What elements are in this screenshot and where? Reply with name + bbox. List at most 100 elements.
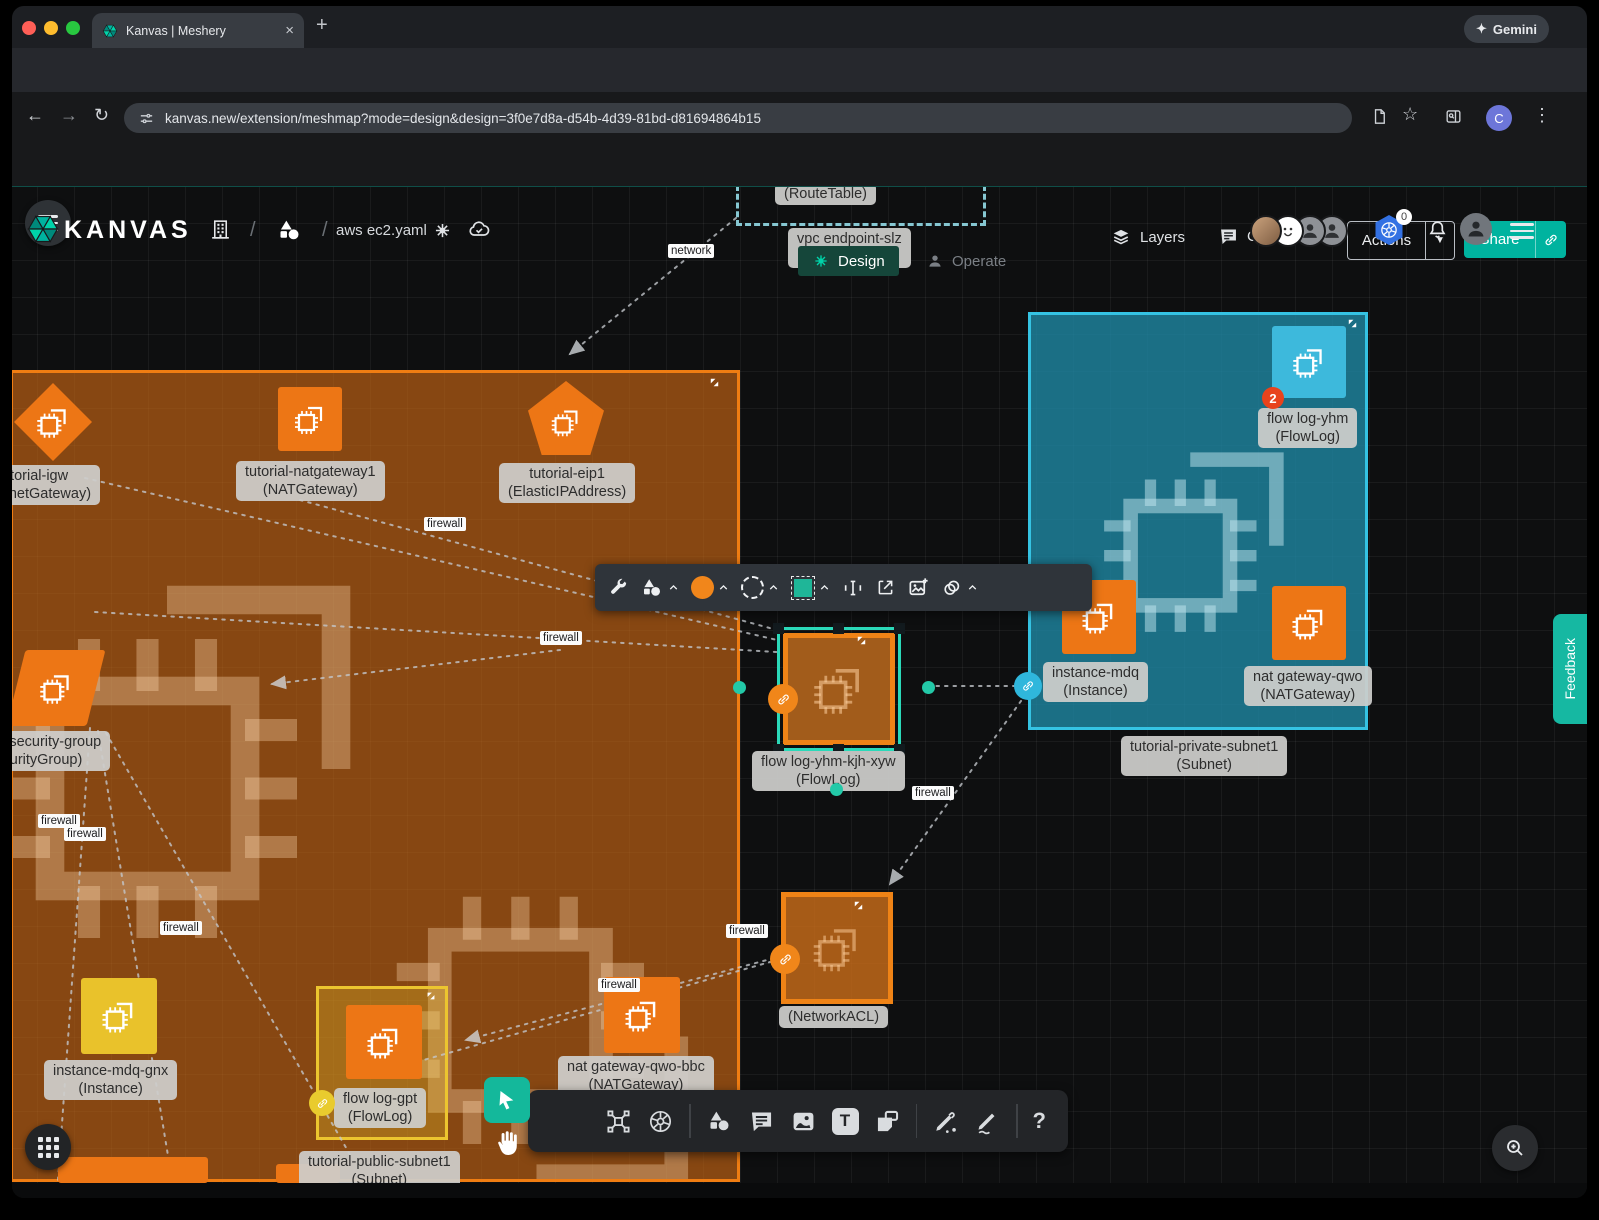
designs-icon[interactable]	[276, 217, 303, 244]
edge-link-handle[interactable]	[770, 944, 800, 974]
node-label-type: (Instance)	[53, 1080, 168, 1098]
node-label[interactable]: tutorial-private-subnet1 (Subnet)	[1121, 736, 1287, 776]
node-label[interactable]: tutorial-natgateway1 (NATGateway)	[236, 461, 385, 501]
sidebar-search-icon[interactable]	[1444, 107, 1463, 126]
resize-handle[interactable]	[833, 623, 844, 634]
edge-link-handle[interactable]	[309, 1090, 335, 1116]
node-label[interactable]: nat gateway-qwo (NATGateway)	[1244, 666, 1372, 706]
resize-handle[interactable]	[773, 623, 784, 634]
browser-tab[interactable]: Kanvas | Meshery ×	[92, 13, 304, 48]
fill-style-tool[interactable]	[791, 579, 831, 597]
tab-operate[interactable]: Operate	[912, 246, 1020, 276]
new-tab-button[interactable]: +	[316, 14, 328, 37]
connection-dot[interactable]	[733, 681, 746, 694]
divider	[689, 1104, 691, 1138]
sparkle-icon: ✦	[1476, 21, 1487, 37]
tab-close-icon[interactable]: ×	[285, 23, 294, 38]
shapes-tool[interactable]	[706, 1108, 733, 1135]
kubernetes-tool[interactable]	[647, 1108, 674, 1135]
group-tool[interactable]	[941, 577, 979, 599]
add-image-tool-icon[interactable]	[907, 576, 930, 599]
shape-style-tool[interactable]	[640, 576, 680, 600]
text-tool[interactable]: T	[832, 1108, 859, 1135]
node-label[interactable]: flow log-yhm-kjh-xyw (FlowLog)	[752, 751, 905, 791]
node-partial[interactable]	[58, 1157, 208, 1183]
border-style-tool[interactable]	[741, 576, 780, 599]
node-label[interactable]: instance-mdq (Instance)	[1043, 662, 1148, 702]
rename-tool-icon[interactable]	[842, 577, 864, 599]
back-button[interactable]: ←	[26, 105, 44, 126]
design-file-name[interactable]: aws ec2.yaml	[336, 222, 427, 239]
comment-tool[interactable]	[748, 1108, 775, 1135]
design-tab-label: Design	[838, 253, 885, 270]
feedback-tab[interactable]: Feedback	[1553, 614, 1587, 724]
note-tool[interactable]	[874, 1108, 901, 1135]
freehand-draw-tool[interactable]	[974, 1108, 1001, 1135]
wrench-tool-icon[interactable]	[608, 577, 629, 598]
window-close-button[interactable]	[22, 21, 36, 35]
context-toolbar	[595, 564, 1092, 611]
node-label[interactable]: instance-mdq-gnx (Instance)	[44, 1060, 177, 1100]
address-bar[interactable]: kanvas.new/extension/meshmap?mode=design…	[124, 103, 1352, 133]
resize-handle[interactable]	[894, 623, 905, 634]
color-tool[interactable]	[691, 576, 730, 599]
edge-link-handle[interactable]	[1014, 672, 1042, 700]
image-tool[interactable]	[790, 1108, 817, 1135]
node-label[interactable]: tutorial-igw (InternetGateway)	[12, 465, 100, 505]
tab-design[interactable]: Design	[798, 246, 899, 276]
connection-dot[interactable]	[830, 783, 843, 796]
url-text[interactable]: kanvas.new/extension/meshmap?mode=design…	[165, 111, 761, 126]
node-instance-gnx[interactable]	[81, 978, 157, 1054]
comments-icon	[1218, 226, 1239, 247]
link-icon	[316, 1097, 329, 1110]
node-label[interactable]: flow log-yhm (FlowLog)	[1258, 408, 1357, 448]
node-label[interactable]: (NetworkACL)	[779, 1006, 888, 1028]
window-minimize-button[interactable]	[44, 21, 58, 35]
edge-link-handle[interactable]	[768, 684, 798, 714]
forward-button[interactable]: →	[60, 105, 78, 126]
node-label-name: flow log-yhm	[1267, 410, 1348, 428]
node-network-acl[interactable]	[781, 892, 893, 1004]
edge-pen-tool[interactable]	[932, 1108, 959, 1135]
browser-menu-icon[interactable]: ⋮	[1533, 105, 1551, 126]
open-in-new-icon[interactable]	[875, 577, 896, 598]
resize-marker-icon	[1346, 317, 1359, 330]
save-page-icon[interactable]	[1370, 107, 1389, 126]
site-settings-icon[interactable]	[138, 110, 155, 127]
kanvas-logo[interactable]	[26, 212, 60, 246]
node-nat-gateway-qwo[interactable]	[1272, 586, 1346, 660]
help-button[interactable]: ?	[1033, 1108, 1046, 1134]
layers-button[interactable]: Layers	[1110, 226, 1185, 248]
share-link-button[interactable]	[1536, 232, 1566, 248]
mesh-components-tool[interactable]	[605, 1108, 632, 1135]
node-flow-log-selected[interactable]	[777, 627, 901, 751]
node-flow-log-yhm[interactable]	[1272, 326, 1346, 398]
gemini-button[interactable]: ✦ Gemini	[1464, 15, 1549, 43]
dot-grid-button[interactable]	[25, 1124, 71, 1170]
cloud-sync-icon[interactable]	[466, 218, 492, 242]
notifications-bell-icon[interactable]	[1426, 219, 1449, 242]
node-label[interactable]: tutorial-security-group (SecurityGroup)	[12, 731, 110, 771]
edge-label-network: network	[668, 244, 714, 258]
bookmark-star-icon[interactable]: ☆	[1402, 104, 1418, 125]
app-menu-icon[interactable]	[1510, 219, 1534, 243]
window-maximize-button[interactable]	[66, 21, 80, 35]
chevron-up-icon	[667, 581, 680, 594]
zoom-button[interactable]	[1492, 1125, 1538, 1171]
node-nat-gateway-1[interactable]	[278, 387, 342, 451]
node-label-name: instance-mdq-gnx	[53, 1062, 168, 1080]
reload-button[interactable]: ↻	[94, 105, 109, 126]
design-mode-icon	[812, 252, 830, 270]
select-tool[interactable]	[484, 1077, 530, 1123]
connection-dot[interactable]	[922, 681, 935, 694]
chevron-up-icon	[717, 581, 730, 594]
node-label[interactable]: tutorial-eip1 (ElasticIPAddress)	[499, 463, 635, 503]
node-flow-log-gpt[interactable]	[346, 1005, 422, 1079]
pan-tool[interactable]	[492, 1126, 524, 1160]
user-avatar[interactable]	[1460, 213, 1492, 245]
node-label[interactable]: flow log-gpt (FlowLog)	[334, 1088, 426, 1128]
meshery-extension-icon[interactable]	[432, 220, 453, 241]
collaborator-avatar[interactable]	[1250, 215, 1282, 247]
organization-icon[interactable]	[208, 217, 233, 242]
browser-profile-avatar[interactable]: C	[1486, 105, 1512, 131]
